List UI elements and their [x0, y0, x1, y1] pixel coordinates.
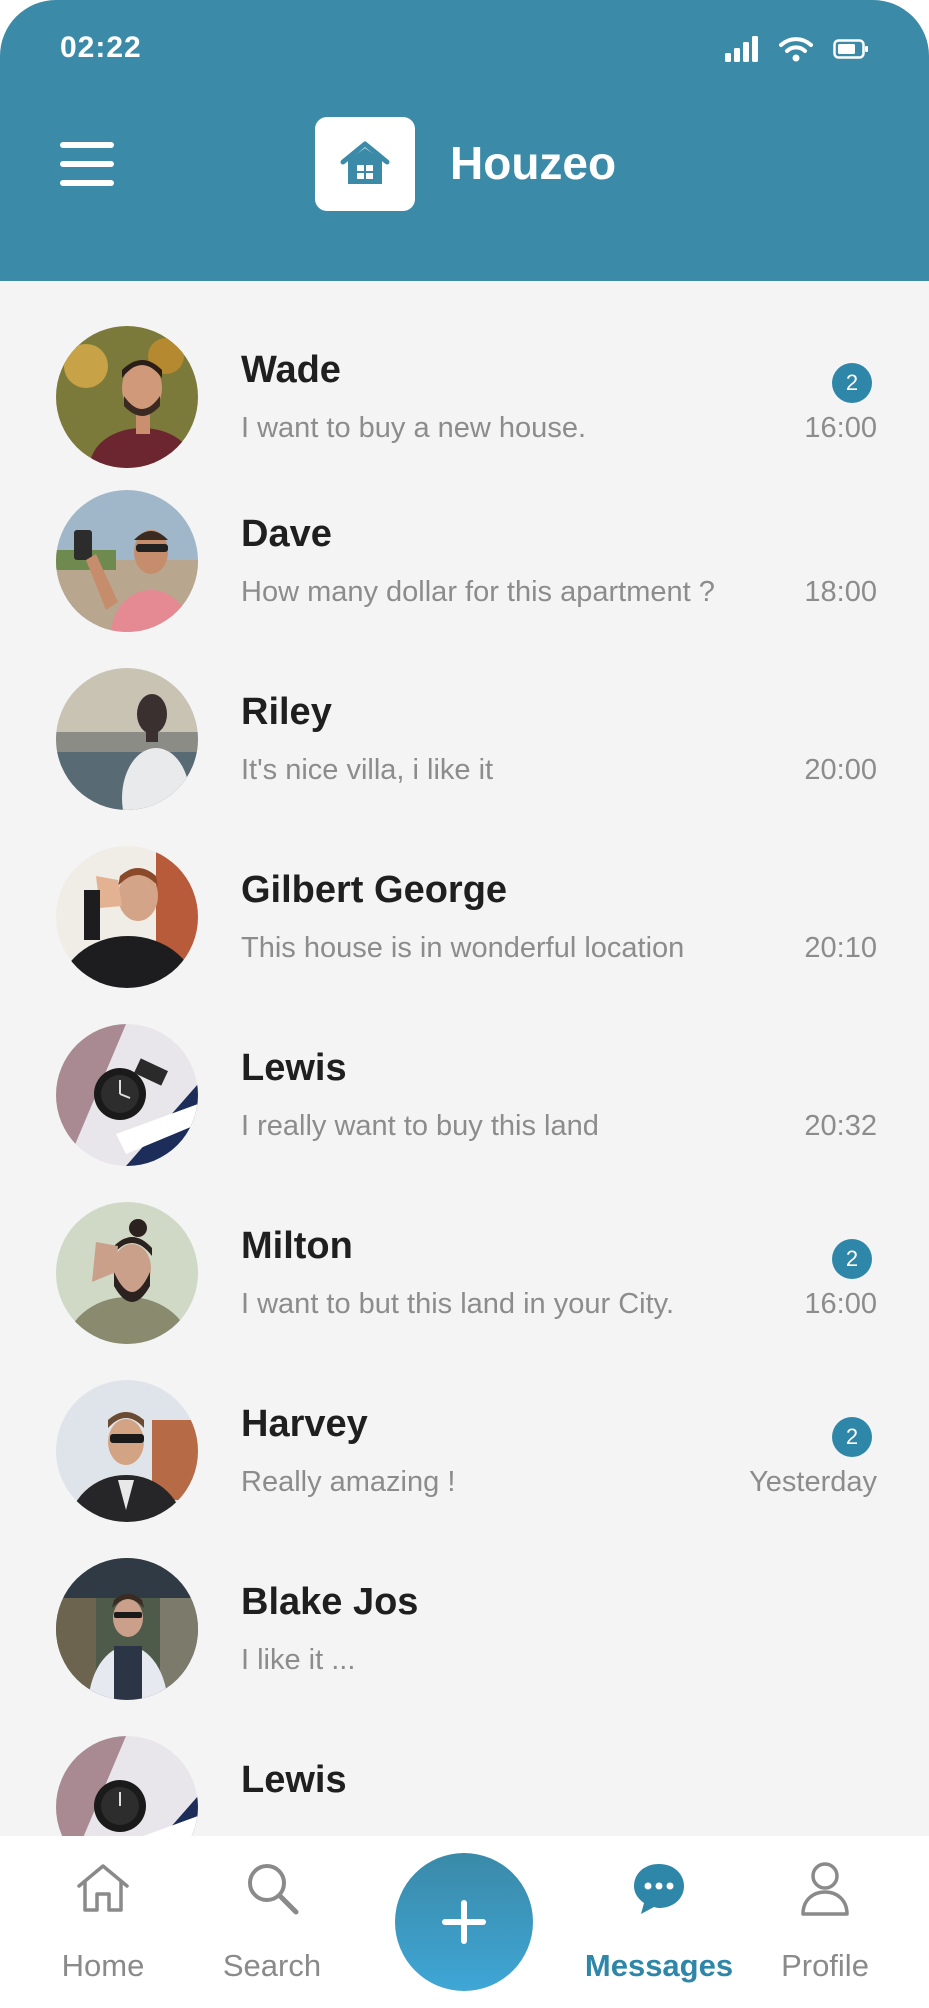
chat-row[interactable]: Harvey 2 Really amazing ! Yesterday — [0, 1335, 929, 1522]
chat-message: How many dollar for this apartment ? — [241, 576, 715, 608]
avatar — [56, 490, 198, 632]
chat-row[interactable]: Blake Jos I like it ... — [0, 1513, 929, 1700]
nav-profile[interactable]: Profile — [750, 1858, 900, 1998]
unread-badge: 2 — [832, 363, 872, 403]
chat-row[interactable]: Milton 2 I want to but this land in your… — [0, 1157, 929, 1344]
avatar-image — [56, 668, 198, 810]
chat-time: Yesterday — [749, 1466, 877, 1498]
add-button[interactable] — [395, 1853, 533, 1991]
chat-time: 18:00 — [804, 576, 877, 608]
chat-message: I want to but this land in your City. — [241, 1288, 675, 1320]
chat-row[interactable]: Lewis I really want to buy this land 20:… — [0, 979, 929, 1166]
status-time: 02:22 — [60, 31, 142, 64]
chat-bubble-icon — [634, 1864, 684, 1914]
chat-name: Dave — [241, 513, 332, 555]
chat-time: 20:00 — [804, 754, 877, 786]
chat-message: It's nice villa, i like it — [241, 754, 494, 786]
avatar — [56, 1558, 198, 1700]
nav-home-label: Home — [61, 1948, 145, 1983]
nav-messages-label: Messages — [584, 1948, 734, 1983]
chat-time: 16:00 — [804, 1288, 877, 1320]
chat-name: Milton — [241, 1225, 353, 1267]
avatar — [56, 668, 198, 810]
menu-icon — [60, 142, 114, 148]
chat-name: Lewis — [241, 1047, 347, 1089]
chat-name: Gilbert George — [241, 869, 508, 911]
app-title: Houzeo — [450, 137, 617, 189]
nav-profile-label: Profile — [781, 1948, 869, 1983]
status-icons — [725, 36, 869, 62]
signal-icon — [725, 36, 758, 62]
avatar-image — [56, 1558, 198, 1700]
chat-message: This house is in wonderful location — [241, 932, 685, 964]
chat-message: I like it ... — [241, 1644, 356, 1676]
chat-name: Lewis — [241, 1759, 347, 1801]
avatar — [56, 1202, 198, 1344]
chat-message: I want to buy a new house. — [241, 412, 586, 444]
app-logo — [315, 117, 415, 211]
menu-button[interactable] — [60, 142, 114, 186]
avatar-image — [56, 1024, 198, 1166]
chat-name: Riley — [241, 691, 332, 733]
chat-name: Harvey — [241, 1403, 368, 1445]
chat-time: 20:10 — [804, 932, 877, 964]
avatar-image — [56, 846, 198, 988]
chat-row[interactable]: Gilbert George This house is in wonderfu… — [0, 801, 929, 988]
avatar — [56, 1380, 198, 1522]
app-header: 02:22 Houzeo — [0, 0, 929, 281]
chat-time: 20:32 — [804, 1110, 877, 1142]
avatar — [56, 1024, 198, 1166]
chat-time: 16:00 — [804, 412, 877, 444]
chat-message: Really amazing ! — [241, 1466, 456, 1498]
avatar-image — [56, 1380, 198, 1522]
menu-icon-bar — [60, 180, 114, 186]
chat-message: I really want to buy this land — [241, 1110, 599, 1142]
home-icon — [77, 1864, 129, 1912]
plus-icon — [442, 1900, 486, 1944]
menu-icon-bar — [60, 161, 114, 167]
chat-row[interactable]: Riley It's nice villa, i like it 20:00 — [0, 623, 929, 810]
house-logo-icon — [340, 141, 390, 184]
chat-name: Wade — [241, 349, 341, 391]
phone-screen: 02:22 Houzeo Wade 2 I want to buy a new … — [0, 0, 929, 2008]
avatar — [56, 846, 198, 988]
avatar-image — [56, 490, 198, 632]
nav-search[interactable]: Search — [197, 1858, 347, 1998]
avatar-image — [56, 1202, 198, 1344]
unread-badge: 2 — [832, 1239, 872, 1279]
battery-icon — [833, 39, 868, 59]
wifi-icon — [779, 37, 813, 62]
chat-row[interactable]: Dave How many dollar for this apartment … — [0, 445, 929, 632]
unread-badge: 2 — [832, 1417, 872, 1457]
search-icon — [248, 1864, 299, 1915]
chat-row[interactable]: Wade 2 I want to buy a new house. 16:00 — [0, 281, 929, 468]
nav-home[interactable]: Home — [28, 1858, 178, 1998]
nav-search-label: Search — [222, 1948, 322, 1983]
chat-name: Blake Jos — [241, 1581, 419, 1623]
nav-messages[interactable]: Messages — [579, 1858, 739, 1998]
user-icon — [801, 1862, 849, 1916]
